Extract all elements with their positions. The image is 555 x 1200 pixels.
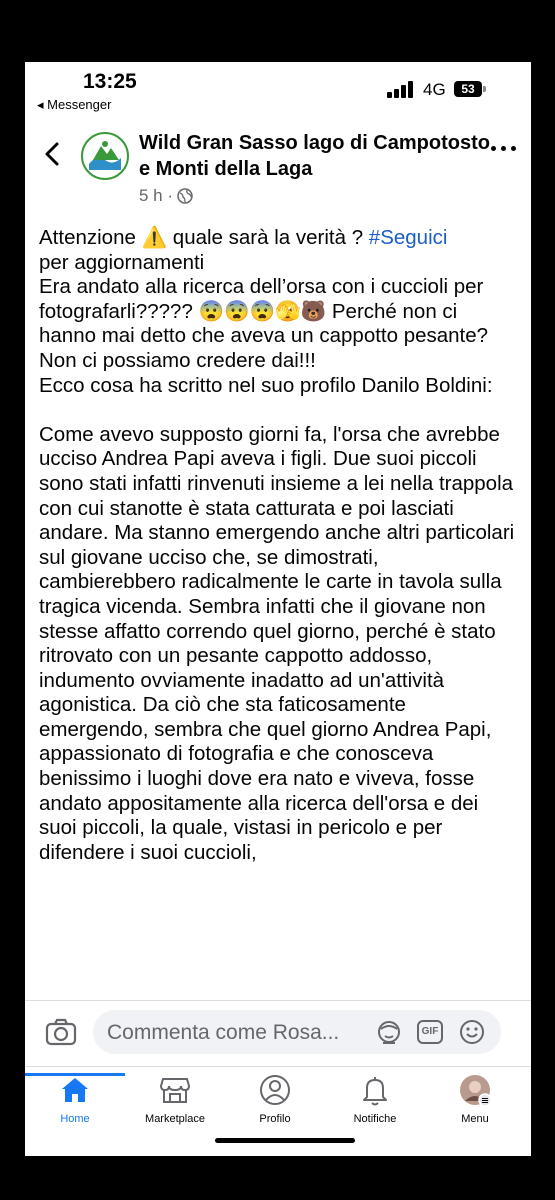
profile-icon [260, 1075, 290, 1105]
back-chevron-icon[interactable] [39, 140, 67, 168]
camera-icon[interactable] [45, 1017, 77, 1047]
status-time: 13:25 [83, 70, 137, 93]
page-avatar[interactable] [81, 132, 129, 180]
home-icon [62, 1078, 88, 1102]
globe-icon [177, 188, 193, 204]
screen: 13:25 ◂ Messenger 4G 53 Wild Gran Sasso … [25, 62, 531, 1156]
post-time: 5 h · [139, 186, 174, 205]
post-text-body: per aggiornamenti Era andato alla ricerc… [39, 250, 515, 864]
emoji-icon[interactable] [459, 1019, 485, 1045]
active-tab-indicator [25, 1073, 125, 1076]
comment-placeholder: Commenta come Rosa... [107, 1021, 340, 1044]
hashtag-link[interactable]: #Seguici [369, 226, 448, 249]
tab-label: Marketplace [145, 1113, 205, 1125]
avatar-sticker-icon[interactable] [375, 1019, 403, 1047]
tab-label: Menu [461, 1113, 489, 1125]
more-options-icon[interactable] [491, 146, 517, 154]
post-text-intro: Attenzione ⚠️ quale sarà la verità ? [39, 226, 369, 249]
back-to-messenger-link[interactable]: ◂ Messenger [37, 97, 111, 113]
tab-notifications[interactable]: Notifiche [325, 1073, 425, 1125]
tab-marketplace[interactable]: Marketplace [125, 1073, 225, 1125]
marketplace-icon [159, 1078, 191, 1103]
tab-home[interactable]: Home [25, 1073, 125, 1125]
bell-icon [363, 1077, 387, 1106]
home-indicator[interactable] [215, 1138, 355, 1143]
page-name[interactable]: Wild Gran Sasso lago di Campotosto e Mon… [139, 130, 499, 182]
comment-input[interactable]: Commenta come Rosa... GIF [93, 1010, 501, 1054]
tab-label: Home [60, 1113, 90, 1125]
tab-label: Profilo [259, 1113, 291, 1125]
gif-icon[interactable]: GIF [417, 1020, 443, 1044]
battery-icon: 53 [454, 81, 482, 97]
post-meta: 5 h · [139, 186, 193, 206]
post-text: Attenzione ⚠️ quale sarà la verità ? #Se… [39, 226, 519, 865]
menu-avatar-icon [460, 1075, 492, 1107]
divider [25, 1000, 531, 1001]
tab-menu[interactable]: Menu [425, 1073, 525, 1125]
network-type: 4G [423, 80, 446, 99]
battery-cap [483, 86, 486, 92]
signal-strength-icon [387, 80, 415, 98]
page-logo-icon [85, 136, 125, 176]
tab-profile[interactable]: Profilo [225, 1073, 325, 1125]
tab-label: Notifiche [353, 1113, 397, 1125]
